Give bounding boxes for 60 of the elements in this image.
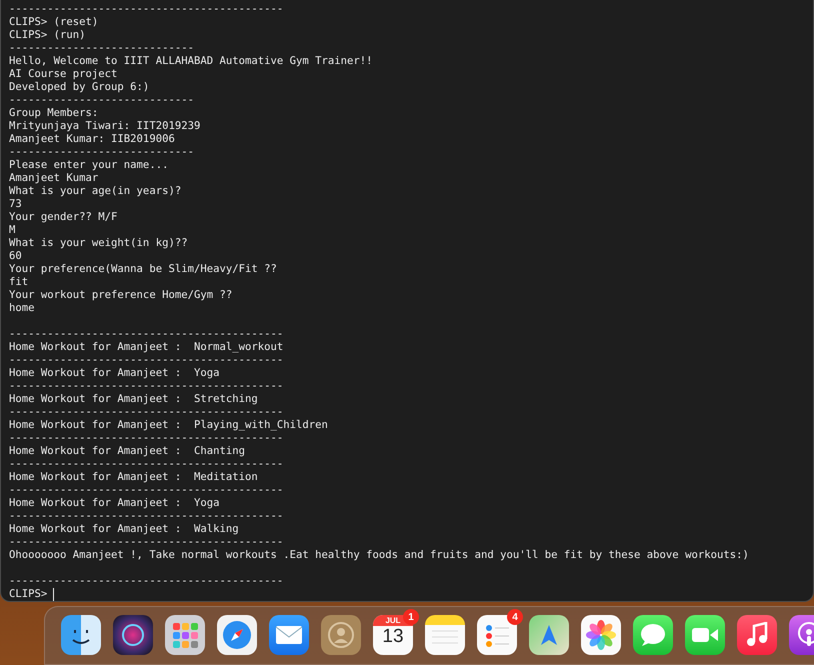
terminal-line: Please enter your name...: [9, 159, 168, 172]
terminal-prompt: CLIPS>: [9, 588, 48, 601]
terminal-line: -------------------------------------------: [9, 458, 284, 471]
terminal-line: Home Workout for Amanjeet : Chanting: [9, 445, 245, 458]
maps-app-icon[interactable]: [529, 615, 569, 656]
terminal-line: Amanjeet Kumar: IIB2019006: [9, 133, 175, 146]
terminal-line: -----------------------------: [9, 42, 194, 55]
terminal-line: Developed by Group 6:): [9, 81, 150, 94]
terminal-line: What is your age(in years)?: [9, 185, 182, 198]
terminal-line: Home Workout for Amanjeet : Walking: [9, 523, 239, 536]
music-app-icon[interactable]: [737, 615, 777, 656]
terminal-line: Your gender?? M/F: [9, 211, 118, 224]
reminders-app-icon[interactable]: [477, 615, 517, 656]
photos-app-icon[interactable]: [581, 615, 621, 656]
terminal-line: Home Workout for Amanjeet : Yoga: [9, 497, 220, 510]
terminal-line: CLIPS> (run): [9, 29, 86, 42]
terminal-line: -------------------------------------------: [9, 575, 284, 588]
terminal-line: M: [9, 224, 16, 237]
terminal-line: -----------------------------: [9, 94, 194, 107]
notes-app-icon[interactable]: [425, 615, 465, 656]
messages-app-icon[interactable]: [633, 615, 673, 656]
terminal-line: -------------------------------------------: [9, 536, 284, 549]
launchpad-app-icon[interactable]: [165, 615, 205, 656]
terminal-line: What is your weight(in kg)??: [9, 237, 188, 250]
terminal-line: Ohooooooo Amanjeet !, Take normal workouts .Eat healthy foods and fruits and you'll be fit by these above workouts:): [9, 549, 749, 562]
terminal-line: Home Workout for Amanjeet : Yoga: [9, 367, 220, 380]
terminal-line: -------------------------------------------: [9, 406, 284, 419]
terminal-line: home: [9, 302, 35, 315]
terminal-line: Hello, Welcome to IIIT ALLAHABAD Automative Gym Trainer!!: [9, 55, 373, 68]
terminal-line: fit: [9, 276, 28, 289]
finder-app-icon[interactable]: [61, 615, 101, 656]
terminal-line: Home Workout for Amanjeet : Stretching: [9, 393, 258, 406]
terminal-line: -----------------------------: [9, 146, 194, 159]
terminal-line: -------------------------------------------: [9, 354, 284, 367]
terminal-line: 73: [9, 198, 22, 211]
terminal-line: AI Course project: [9, 68, 118, 81]
mail-app-icon[interactable]: [269, 615, 309, 656]
terminal-line: Mrityunjaya Tiwari: IIT2019239: [9, 120, 200, 133]
terminal-line: Amanjeet Kumar: [9, 172, 98, 185]
terminal-line: Your workout preference Home/Gym ??: [9, 289, 232, 302]
text-cursor: [53, 588, 54, 601]
terminal-line: -------------------------------------------: [9, 484, 284, 497]
terminal-line: Home Workout for Amanjeet : Playing_with_Children: [9, 419, 328, 432]
facetime-app-icon[interactable]: [685, 615, 725, 656]
terminal-line: -------------------------------------------: [9, 3, 284, 16]
terminal-line: Group Members:: [9, 107, 98, 120]
terminal-line: -------------------------------------------: [9, 432, 284, 445]
safari-app-icon[interactable]: [217, 615, 257, 656]
terminal-line: -------------------------------------------: [9, 510, 284, 523]
contacts-app-icon[interactable]: [321, 615, 361, 656]
terminal-line: -------------------------------------------: [9, 380, 284, 393]
terminal-line: 60: [9, 250, 22, 263]
terminal-line: -------------------------------------------: [9, 328, 284, 341]
terminal-line: Home Workout for Amanjeet : Meditation: [9, 471, 258, 484]
siri-app-icon[interactable]: [113, 615, 153, 656]
terminal-line: Your preference(Wanna be Slim/Heavy/Fit ??: [9, 263, 277, 276]
notification-badge: 1: [403, 609, 419, 626]
terminal-line: CLIPS> (reset): [9, 16, 98, 29]
terminal-line: Home Workout for Amanjeet : Normal_workout: [9, 341, 284, 354]
notification-badge: 4: [507, 609, 523, 626]
